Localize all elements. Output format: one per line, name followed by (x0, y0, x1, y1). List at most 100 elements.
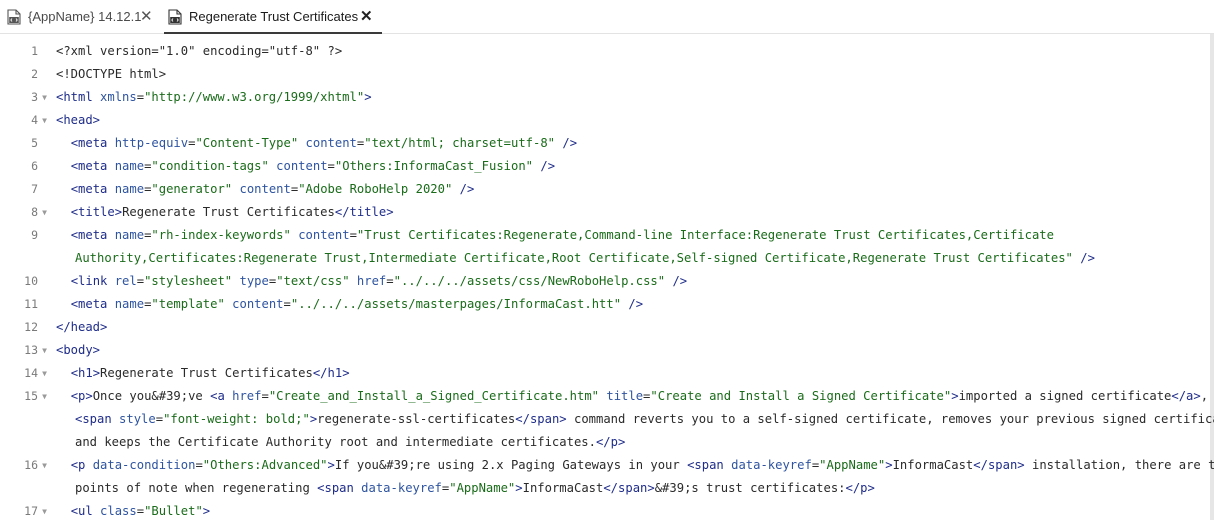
line-number: 7 (31, 182, 38, 196)
gutter-line: 11 (0, 293, 46, 316)
code-token: Regenerate Trust Certificates (100, 366, 313, 380)
code-token: name (114, 159, 145, 173)
line-number: 16 (24, 458, 38, 472)
code-line[interactable]: <p>Once you&#39;ve <a href="Create_and_I… (56, 385, 1214, 408)
code-line[interactable]: <p data-condition="Others:Advanced">If y… (56, 454, 1214, 477)
code-line[interactable]: </head> (56, 316, 107, 339)
code-token: <meta (70, 228, 115, 242)
gutter-line: 12 (0, 316, 46, 339)
fold-arrow-icon[interactable]: ▼ (42, 385, 47, 408)
code-token: > (951, 389, 959, 403)
code-token: <?xml version="1.0" encoding="utf-8" ?> (56, 44, 343, 58)
code-token: , the (1200, 389, 1209, 403)
code-token: <h1> (70, 366, 101, 380)
code-token: "Content-Type" (195, 136, 299, 150)
code-token: <html (56, 90, 101, 104)
code-token: "Others:InformaCast_Fusion" (334, 159, 534, 173)
code-line-wrap[interactable]: <span style="font-weight: bold;">regener… (75, 408, 1214, 431)
code-token: = (261, 389, 269, 403)
code-token: http-equiv (114, 136, 189, 150)
code-editor[interactable]: 1 2 3 ▼ 4 ▼ 5 6 7 8 ▼ 9 10 11 12 13 ▼ 14 ▼ 15… (0, 34, 1214, 520)
code-line[interactable]: <head> (56, 109, 100, 132)
code-line[interactable]: <meta name="generator" content="Adobe Ro… (56, 178, 475, 201)
code-token: </span> (515, 412, 567, 426)
code-token: /> (533, 159, 556, 173)
code-token: "Bullet" (144, 504, 203, 518)
code-token: <span (317, 481, 362, 495)
code-token: "stylesheet" (144, 274, 233, 288)
code-token: = (195, 458, 203, 472)
code-line[interactable]: <!DOCTYPE html> (56, 63, 166, 86)
code-line[interactable]: <meta name="template" content="../../../… (56, 293, 643, 316)
fold-arrow-icon[interactable]: ▼ (42, 362, 47, 385)
code-token: If you&#39;re using 2.x Paging Gateways … (334, 458, 688, 472)
code-token: "../../../assets/css/NewRoboHelp.css" (393, 274, 666, 288)
code-line[interactable]: <html xmlns="http://www.w3.org/1999/xhtm… (56, 86, 372, 109)
gutter-line: 3 ▼ (0, 86, 47, 109)
fold-arrow-icon[interactable]: ▼ (42, 109, 47, 132)
gutter-line: 5 (0, 132, 46, 155)
code-token: </span> (603, 481, 655, 495)
code-token: /> (665, 274, 688, 288)
code-token: </a> (1171, 389, 1201, 403)
gutter-line: 4 ▼ (0, 109, 47, 132)
gutter-line: 13 ▼ (0, 339, 47, 362)
code-line[interactable]: <title>Regenerate Trust Certificates</ti… (56, 201, 394, 224)
line-number: 10 (24, 274, 38, 288)
code-line[interactable]: <?xml version="1.0" encoding="utf-8" ?> (56, 40, 342, 63)
line-number: 9 (31, 228, 38, 242)
code-token: <p (70, 458, 93, 472)
close-tab-icon[interactable]: ✕ (140, 9, 153, 24)
gutter-line: 14 ▼ (0, 362, 47, 385)
code-token: "condition-tags" (151, 159, 269, 173)
fold-arrow-icon[interactable]: ▼ (42, 500, 47, 520)
code-token: class (100, 504, 137, 518)
code-line-wrap[interactable]: points of note when regenerating <span d… (75, 477, 875, 500)
code-token: "Others:Advanced" (202, 458, 328, 472)
code-line[interactable]: <ul class="Bullet"> (56, 500, 210, 520)
code-token: <span (75, 412, 120, 426)
fold-arrow-icon[interactable]: ▼ (42, 339, 47, 362)
code-token: and keeps the Certificate Authority root… (75, 435, 596, 449)
gutter-line: 7 (0, 178, 46, 201)
code-line[interactable]: <meta name="rh-index-keywords" content="… (56, 224, 1054, 247)
code-line-wrap[interactable]: Authority,Certificates:Regenerate Trust,… (75, 247, 1095, 270)
gutter-line: 2 (0, 63, 46, 86)
code-line[interactable]: <meta http-equiv="Content-Type" content=… (56, 132, 577, 155)
code-token: </h1> (312, 366, 350, 380)
code-line-wrap[interactable]: and keeps the Certificate Authority root… (75, 431, 625, 454)
code-token: = (349, 228, 357, 242)
vertical-scrollbar[interactable] (1210, 34, 1214, 520)
close-tab-icon[interactable]: ✕ (360, 9, 373, 24)
code-token: <head> (56, 113, 101, 127)
code-token: "text/css" (276, 274, 350, 288)
line-number: 4 (31, 113, 38, 127)
scrollbar-thumb[interactable] (1210, 34, 1214, 520)
code-token: name (114, 228, 145, 242)
code-line[interactable]: <link rel="stylesheet" type="text/css" h… (56, 270, 687, 293)
code-line[interactable]: <body> (56, 339, 100, 362)
code-line[interactable]: <meta name="condition-tags" content="Oth… (56, 155, 555, 178)
code-token: "Create_and_Install_a_Signed_Certificate… (268, 389, 600, 403)
fold-arrow-icon[interactable]: ▼ (42, 201, 47, 224)
code-line[interactable]: <h1>Regenerate Trust Certificates</h1> (56, 362, 350, 385)
code-token: imported a signed certificate (958, 389, 1172, 403)
code-token: </span> (973, 458, 1025, 472)
fold-arrow-icon[interactable]: ▼ (42, 454, 47, 477)
code-token: = (136, 504, 145, 518)
html-file-icon (168, 8, 182, 25)
tab-appname[interactable]: {AppName} 14.12.1 ✕ (0, 0, 164, 33)
code-token: </p> (595, 435, 626, 449)
fold-arrow-icon[interactable]: ▼ (42, 86, 47, 109)
code-token: command reverts you to a self-signed cer… (566, 412, 1214, 426)
tab-regenerate-trust-certificates[interactable]: Regenerate Trust Certificates ✕ (164, 0, 382, 34)
gutter-line: 1 (0, 40, 46, 63)
